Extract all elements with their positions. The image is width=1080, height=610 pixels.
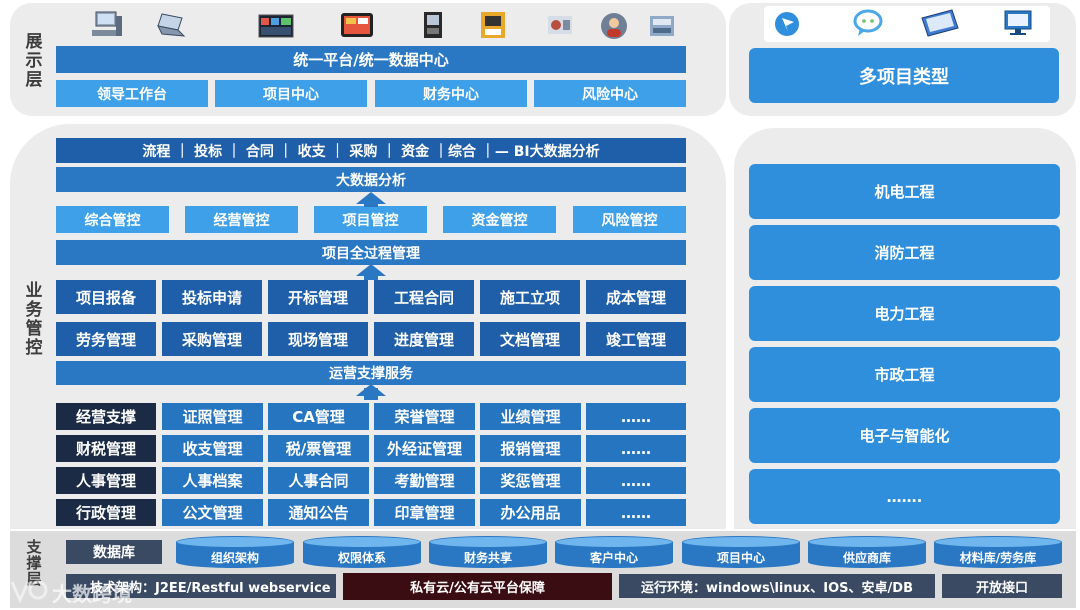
center-finance[interactable]: 财务中心 (375, 80, 527, 107)
database-label: 数据库 (66, 540, 162, 564)
arrow-up-1-head (356, 192, 386, 204)
database-cylinder[interactable]: 组织架构 (176, 536, 294, 568)
support-item[interactable]: 奖惩管理 (480, 467, 581, 494)
support-item[interactable]: 税/票管理 (268, 435, 369, 462)
support-row-head[interactable]: 行政管理 (56, 499, 156, 526)
project-type-item[interactable]: 机电工程 (749, 164, 1060, 219)
control-project[interactable]: 项目管控 (314, 206, 427, 233)
support-item[interactable]: …… (586, 499, 686, 526)
center-project[interactable]: 项目中心 (215, 80, 367, 107)
tablet-icon (341, 13, 373, 37)
cylinder-top (176, 536, 294, 548)
database-cylinder[interactable]: 材料库/劳务库 (934, 536, 1062, 568)
project-type-item[interactable]: 电力工程 (749, 286, 1060, 341)
chat-icon (853, 9, 883, 36)
logo-icon (775, 12, 799, 36)
module-item[interactable]: 劳务管理 (56, 322, 156, 356)
support-item[interactable]: 证照管理 (162, 403, 263, 430)
cylinder-top (808, 536, 926, 548)
database-cylinder[interactable]: 客户中心 (555, 536, 673, 568)
support-item[interactable]: 荣誉管理 (374, 403, 475, 430)
bigdata-analysis-bar: 大数据分析 (56, 167, 686, 192)
kiosk-icon (424, 12, 442, 38)
dashboard-screen-icon (258, 14, 294, 38)
project-type-item[interactable]: ……. (749, 469, 1060, 524)
runtime-env-bar: 运行环境：windows\linux、IOS、安卓/DB (619, 574, 935, 598)
module-item[interactable]: 投标申请 (162, 280, 262, 314)
support-item[interactable]: CA管理 (268, 403, 369, 430)
support-row-head[interactable]: 经营支撑 (56, 403, 156, 430)
business-layer-label: 业务管控 (25, 281, 43, 358)
monitor-icon (1004, 10, 1032, 35)
laptop-icon (157, 13, 186, 37)
database-cylinder[interactable]: 供应商库 (808, 536, 926, 568)
project-type-item[interactable]: 市政工程 (749, 347, 1060, 402)
desktop-icon (92, 11, 122, 36)
database-cylinder[interactable]: 项目中心 (682, 536, 800, 568)
control-general[interactable]: 综合管控 (56, 206, 169, 233)
support-item[interactable]: 公文管理 (162, 499, 263, 526)
cylinder-top (303, 536, 421, 548)
module-item[interactable]: 开标管理 (268, 280, 368, 314)
support-item[interactable]: 通知公告 (268, 499, 369, 526)
support-item[interactable]: 印章管理 (374, 499, 475, 526)
arrow-up-2-head (356, 264, 386, 276)
unified-platform-bar: 统一平台/统一数据中心 (56, 46, 686, 73)
open-api-button[interactable]: 开放接口 (942, 574, 1062, 598)
module-item[interactable]: 进度管理 (374, 322, 474, 356)
center-leader-workbench[interactable]: 领导工作台 (56, 80, 208, 107)
module-item[interactable]: 项目报备 (56, 280, 156, 314)
module-item[interactable]: 成本管理 (586, 280, 686, 314)
control-fund[interactable]: 资金管控 (443, 206, 556, 233)
cylinder-top (429, 536, 547, 548)
support-item[interactable]: 人事档案 (162, 467, 263, 494)
cloud-platform-bar: 私有云/公有云平台保障 (343, 573, 612, 600)
terminal-icon (481, 12, 505, 38)
watermark-text: 大数跨境 (52, 582, 132, 606)
module-item[interactable]: 采购管理 (162, 322, 262, 356)
support-item[interactable]: 收支管理 (162, 435, 263, 462)
database-cylinder[interactable]: 财务共享 (429, 536, 547, 568)
project-type-item[interactable]: 电子与智能化 (749, 408, 1060, 463)
process-bi-bar: 流程 ｜ 投标 ｜ 合同 ｜ 收支 ｜ 采购 ｜ 资金 ｜综合 ｜— BI大数据… (56, 138, 686, 163)
center-risk[interactable]: 风险中心 (534, 80, 686, 107)
support-item[interactable]: 人事合同 (268, 467, 369, 494)
cylinder-top (682, 536, 800, 548)
scanner-icon (650, 16, 674, 36)
arrow-up-3-head (356, 384, 386, 396)
display-layer-label: 展示层 (25, 32, 43, 90)
project-type-item[interactable]: 消防工程 (749, 225, 1060, 280)
cylinder-top (934, 536, 1062, 548)
watermark-logo-icon (10, 580, 48, 604)
module-item[interactable]: 工程合同 (374, 280, 474, 314)
support-item[interactable]: …… (586, 467, 686, 494)
support-row-head[interactable]: 人事管理 (56, 467, 156, 494)
support-row-head[interactable]: 财税管理 (56, 435, 156, 462)
module-item[interactable]: 现场管理 (268, 322, 368, 356)
module-item[interactable]: 竣工管理 (586, 322, 686, 356)
database-cylinder[interactable]: 权限体系 (303, 536, 421, 568)
camera-icon (548, 16, 572, 34)
support-item[interactable]: …… (586, 435, 686, 462)
control-risk[interactable]: 风险管控 (573, 206, 686, 233)
full-process-bar: 项目全过程管理 (56, 240, 686, 265)
support-item[interactable]: 报销管理 (480, 435, 581, 462)
support-item[interactable]: …… (586, 403, 686, 430)
avatar-icon (601, 13, 627, 39)
module-item[interactable]: 文档管理 (480, 322, 580, 356)
module-item[interactable]: 施工立项 (480, 280, 580, 314)
cylinder-top (555, 536, 673, 548)
support-item[interactable]: 外经证管理 (374, 435, 475, 462)
tablet-device-icon (921, 9, 959, 37)
support-item[interactable]: 办公用品 (480, 499, 581, 526)
support-item[interactable]: 考勤管理 (374, 467, 475, 494)
ops-support-bar: 运营支撑服务 (56, 361, 686, 385)
control-operation[interactable]: 经营管控 (185, 206, 298, 233)
multi-project-types-title: 多项目类型 (749, 48, 1059, 103)
support-item[interactable]: 业绩管理 (480, 403, 581, 430)
